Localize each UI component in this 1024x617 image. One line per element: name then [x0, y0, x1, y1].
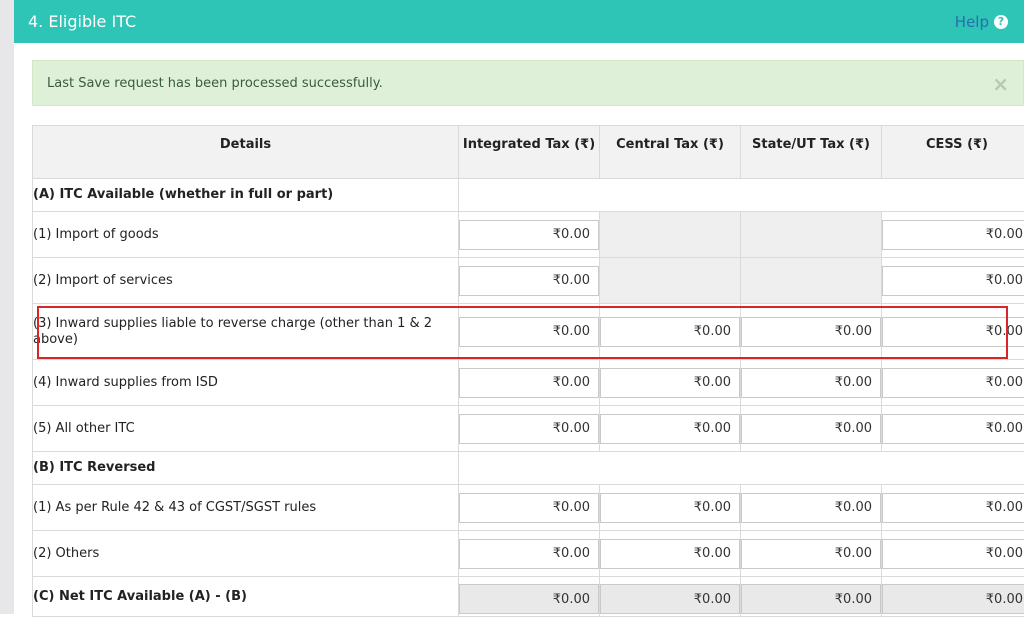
disabled-cell — [741, 212, 882, 258]
integrated-tax-input[interactable] — [459, 266, 599, 296]
question-circle-icon: ? — [994, 15, 1008, 29]
state-ut-tax-input[interactable] — [741, 368, 881, 398]
section-label: (C) Net ITC Available (A) - (B) — [33, 577, 459, 617]
column-header-central-tax: Central Tax (₹) — [600, 126, 741, 179]
row-label: (1) Import of goods — [33, 212, 459, 258]
state-ut-tax-input[interactable] — [741, 317, 881, 347]
integrated-tax-input[interactable] — [459, 414, 599, 444]
cess-input[interactable] — [882, 266, 1024, 296]
cess-input[interactable] — [882, 414, 1024, 444]
row-label: (2) Others — [33, 531, 459, 577]
success-alert: Last Save request has been processed suc… — [32, 60, 1024, 106]
column-header-details: Details — [33, 126, 459, 179]
table-row: (4) Inward supplies from ISD — [33, 360, 1024, 406]
help-label: Help — [955, 13, 989, 31]
integrated-tax-input[interactable] — [459, 220, 599, 250]
cess-input[interactable] — [882, 368, 1024, 398]
integrated-tax-input[interactable] — [459, 493, 599, 523]
eligible-itc-table: Details Integrated Tax (₹) Central Tax (… — [32, 125, 1024, 617]
section-label: (B) ITC Reversed — [33, 452, 459, 485]
central-tax-input[interactable] — [600, 317, 740, 347]
integrated-tax-input[interactable] — [459, 317, 599, 347]
column-header-state-ut-tax: State/UT Tax (₹) — [741, 126, 882, 179]
section-row-itc-reversed: (B) ITC Reversed — [33, 452, 1024, 485]
cess-input[interactable] — [882, 539, 1024, 569]
integrated-tax-input[interactable] — [459, 539, 599, 569]
table-row: (2) Import of services — [33, 258, 1024, 304]
row-label: (4) Inward supplies from ISD — [33, 360, 459, 406]
cess-input[interactable] — [882, 220, 1024, 250]
left-sidebar-strip — [0, 0, 14, 614]
row-label: (2) Import of services — [33, 258, 459, 304]
disabled-cell — [741, 258, 882, 304]
central-tax-input[interactable] — [600, 368, 740, 398]
column-header-cess: CESS (₹) — [882, 126, 1024, 179]
table-header-row: Details Integrated Tax (₹) Central Tax (… — [33, 126, 1024, 179]
net-state-ut-tax-value — [741, 584, 881, 614]
table-row: (1) As per Rule 42 & 43 of CGST/SGST rul… — [33, 485, 1024, 531]
disabled-cell — [600, 258, 741, 304]
table-row: (3) Inward supplies liable to reverse ch… — [33, 304, 1024, 360]
integrated-tax-input[interactable] — [459, 368, 599, 398]
row-label: (1) As per Rule 42 & 43 of CGST/SGST rul… — [33, 485, 459, 531]
cess-input[interactable] — [882, 493, 1024, 523]
section-row-itc-available: (A) ITC Available (whether in full or pa… — [33, 179, 1024, 212]
net-itc-row: (C) Net ITC Available (A) - (B) — [33, 577, 1024, 617]
alert-message: Last Save request has been processed suc… — [47, 76, 383, 91]
net-integrated-tax-value — [459, 584, 599, 614]
table-row: (1) Import of goods — [33, 212, 1024, 258]
row-label: (5) All other ITC — [33, 406, 459, 452]
section-header: 4. Eligible ITC Help ? — [14, 0, 1024, 43]
central-tax-input[interactable] — [600, 493, 740, 523]
cess-input[interactable] — [882, 317, 1024, 347]
net-central-tax-value — [600, 584, 740, 614]
close-icon[interactable]: × — [992, 72, 1009, 96]
disabled-cell — [600, 212, 741, 258]
net-cess-value — [882, 584, 1024, 614]
row-label: (3) Inward supplies liable to reverse ch… — [33, 304, 459, 360]
state-ut-tax-input[interactable] — [741, 539, 881, 569]
state-ut-tax-input[interactable] — [741, 414, 881, 444]
column-header-integrated-tax: Integrated Tax (₹) — [459, 126, 600, 179]
central-tax-input[interactable] — [600, 539, 740, 569]
table-row: (5) All other ITC — [33, 406, 1024, 452]
help-link[interactable]: Help ? — [955, 13, 1008, 31]
table-row: (2) Others — [33, 531, 1024, 577]
central-tax-input[interactable] — [600, 414, 740, 444]
state-ut-tax-input[interactable] — [741, 493, 881, 523]
section-title: 4. Eligible ITC — [28, 12, 136, 31]
section-label: (A) ITC Available (whether in full or pa… — [33, 179, 459, 212]
